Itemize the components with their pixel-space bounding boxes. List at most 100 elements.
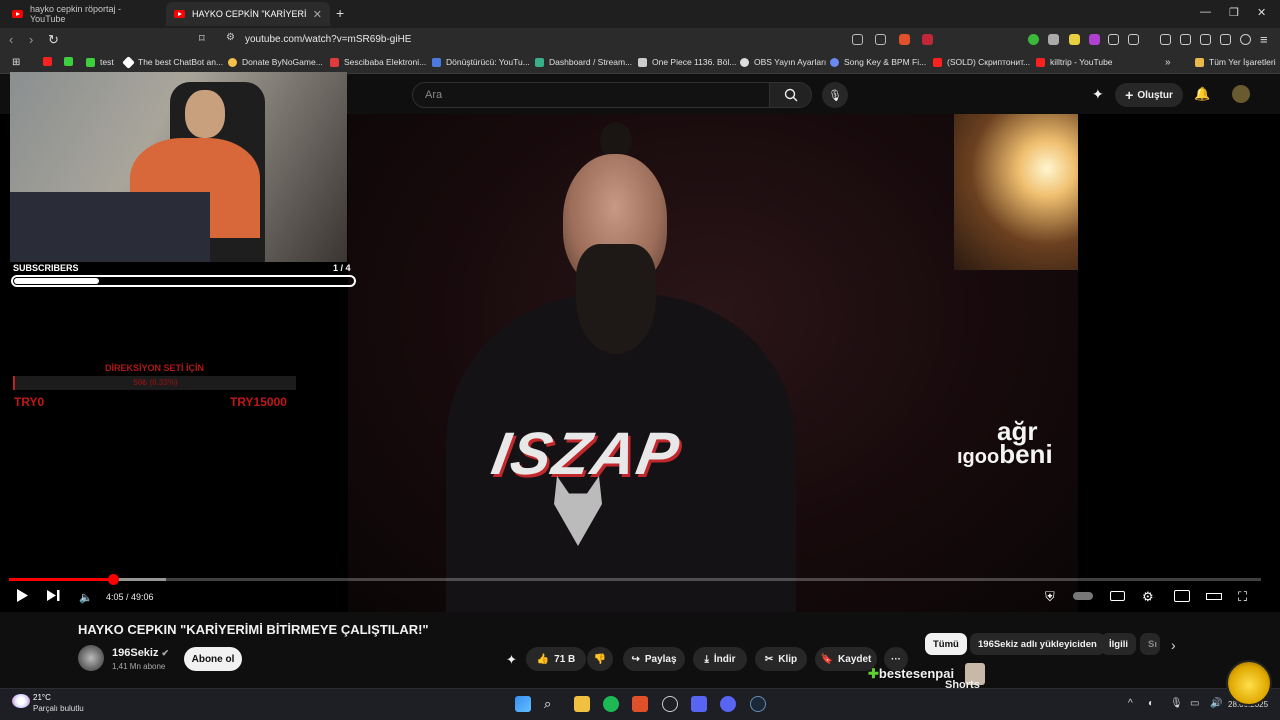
bookmark-dashboard[interactable]: Dashboard / Stream... [535, 57, 632, 67]
spotify-icon[interactable] [603, 696, 619, 712]
tab-current-video[interactable]: HAYKO CEPKİN "KARİYERİMİ BİT ✕ [166, 2, 330, 26]
purple-extension-icon[interactable] [1089, 34, 1100, 45]
close-window-icon[interactable]: ✕ [1257, 6, 1266, 19]
bookmark-kick[interactable] [64, 57, 78, 66]
bookmark-one-piece[interactable]: One Piece 1136. Böl... [638, 57, 736, 67]
play-button[interactable] [16, 589, 28, 605]
bookmark-icon[interactable]: ⌑ [199, 32, 205, 45]
steam-icon[interactable] [750, 696, 766, 712]
weather-temperature: 21°C [33, 693, 51, 702]
ambient-mode-icon[interactable]: ⛨ [1045, 589, 1055, 605]
tray-display-icon[interactable]: ▭ [1190, 698, 1199, 709]
channel-avatar[interactable] [78, 645, 104, 671]
menu-icon[interactable]: ≡ [1260, 32, 1268, 47]
vpn-icon[interactable] [1240, 34, 1251, 45]
chip-related[interactable]: İlgili [1101, 633, 1136, 655]
tray-mic-icon[interactable]: 🎙 [1170, 698, 1183, 709]
brave-browser-icon[interactable] [632, 696, 648, 712]
share-button[interactable]: ↪ Paylaş [623, 647, 685, 671]
weather-icon[interactable] [12, 694, 30, 708]
time-display: 4:05 / 49:06 [106, 592, 154, 602]
all-bookmarks-folder[interactable]: Tüm Yer İşaretleri [1195, 57, 1276, 67]
chip-partial[interactable]: Sı [1140, 633, 1160, 655]
search-input[interactable]: Ara [412, 82, 770, 108]
apps-grid-icon[interactable]: ⊞ [12, 57, 20, 68]
media-control-icon[interactable] [1160, 34, 1171, 45]
bookmark-youtube[interactable] [43, 57, 57, 66]
site-info-icon[interactable]: ⚙ [226, 32, 235, 43]
volume-icon[interactable]: 🔈 [79, 591, 93, 604]
tab-search-results[interactable]: hayko cepkin röportaj - YouTube [4, 2, 164, 26]
close-tab-icon[interactable]: ✕ [313, 8, 322, 21]
bookmark-donate[interactable]: Donate ByNoGame... [228, 57, 323, 67]
bookmark-skriptonit[interactable]: (SOLD) Скриптонит... [933, 57, 1030, 67]
theater-mode-icon[interactable] [1206, 593, 1222, 600]
bookmark-converter[interactable]: Dönüştürücü: YouTu... [432, 57, 530, 67]
adblock-extension-icon[interactable] [1028, 34, 1039, 45]
tray-steam-icon[interactable]: ◐ [1148, 698, 1154, 709]
chip-from-uploader[interactable]: 196Sekiz adlı yükleyiciden [970, 633, 1105, 655]
url-input[interactable]: youtube.com/watch?v=mSR69b-giHE [245, 34, 411, 45]
bookmark-song-key[interactable]: Song Key & BPM Fi... [830, 57, 926, 67]
leo-ai-icon[interactable] [1220, 34, 1231, 45]
search-button[interactable] [770, 82, 812, 108]
sidebar-icon[interactable] [1180, 34, 1191, 45]
search-icon[interactable]: ⌕ [544, 696, 560, 712]
obs-icon [740, 57, 749, 67]
mic-icon: 🎙 [828, 89, 842, 102]
dislike-button[interactable]: 👎 [587, 647, 613, 671]
download-button[interactable]: ⤓ İndir [693, 647, 747, 671]
extensions-puzzle-icon[interactable] [1108, 34, 1119, 45]
bookmark-sescibaba[interactable]: Sescibaba Elektroni... [330, 57, 426, 67]
discord-ptb-icon[interactable] [720, 696, 736, 712]
miniplayer-icon[interactable] [1174, 590, 1190, 602]
chevron-right-icon[interactable]: › [1171, 637, 1176, 653]
account-avatar[interactable] [1232, 85, 1250, 103]
subtitles-icon[interactable] [1110, 591, 1125, 601]
seek-bar[interactable] [9, 574, 1261, 585]
reload-icon[interactable]: ↻ [48, 32, 59, 48]
thumbs-down-icon: 👎 [593, 653, 607, 665]
stream-mascot-emote [1226, 660, 1272, 706]
settings-gear-icon[interactable]: ⚙ [1142, 589, 1154, 605]
screenshot-icon[interactable] [1128, 34, 1139, 45]
brave-shield-icon[interactable] [899, 34, 910, 45]
cast-icon[interactable] [852, 34, 863, 45]
share-icon[interactable] [875, 34, 886, 45]
bookmark-test[interactable]: test [86, 57, 114, 67]
file-explorer-icon[interactable] [574, 696, 590, 712]
tray-chevron-up-icon[interactable]: ^ [1128, 698, 1133, 709]
bookmark-killtrip[interactable]: killtrip - YouTube [1036, 57, 1113, 67]
start-windows-icon[interactable] [515, 696, 531, 712]
channel-name[interactable]: 196Sekiz ✔ [112, 647, 169, 659]
wallet-icon[interactable] [1200, 34, 1211, 45]
like-button[interactable]: 👍 71 B [526, 647, 586, 671]
minimize-icon[interactable]: — [1200, 6, 1211, 18]
forward-icon[interactable]: › [29, 32, 33, 47]
shield-extension-icon[interactable] [1048, 34, 1059, 45]
autoplay-toggle[interactable] [1073, 592, 1093, 600]
notifications-bell-icon[interactable]: 🔔 [1194, 86, 1210, 102]
back-icon[interactable]: ‹ [9, 32, 13, 47]
bookmark-chatbot[interactable]: The best ChatBot an... [122, 55, 223, 69]
chip-all[interactable]: Tümü [925, 633, 967, 655]
bookmark-obs[interactable]: OBS Yayın Ayarları [740, 57, 826, 67]
gemini-icon[interactable]: ✦ [1092, 86, 1104, 103]
new-tab-button[interactable]: + [336, 5, 344, 21]
gemini-ask-icon[interactable]: ✦ [506, 652, 517, 668]
channel-subscriber-count: 1,41 Mn abone [112, 662, 166, 671]
brave-rewards-icon[interactable] [922, 34, 933, 45]
create-button[interactable]: + Oluştur [1115, 83, 1183, 107]
discord-icon[interactable] [691, 696, 707, 712]
next-button[interactable] [47, 589, 60, 605]
more-bookmarks-icon[interactable]: » [1165, 57, 1171, 68]
tray-volume-icon[interactable]: 🔊 [1210, 698, 1222, 709]
subscribe-button[interactable]: Abone ol [184, 647, 242, 671]
voice-search-button[interactable]: 🎙 [822, 82, 848, 108]
seek-thumb[interactable] [107, 574, 119, 585]
fullscreen-icon[interactable]: ⛶ [1238, 589, 1247, 605]
pen-extension-icon[interactable] [1069, 34, 1080, 45]
maximize-icon[interactable]: ❐ [1229, 6, 1239, 19]
clip-button[interactable]: ✂ Klip [755, 647, 807, 671]
obs-studio-icon[interactable] [662, 696, 678, 712]
